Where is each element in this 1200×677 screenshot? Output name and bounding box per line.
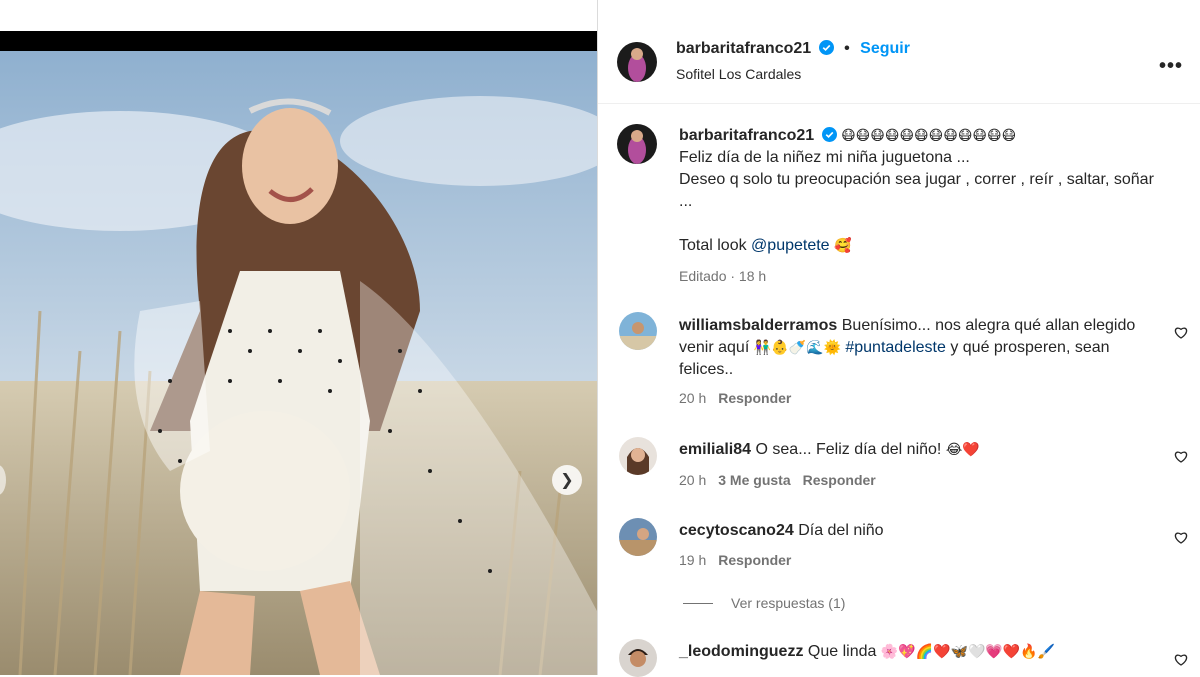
- comment-username[interactable]: williamsbalderramos: [679, 317, 837, 334]
- comment-hashtag-link[interactable]: #puntadeleste: [845, 339, 946, 356]
- author-avatar[interactable]: [617, 42, 657, 82]
- comment-time: 19 h: [679, 552, 707, 568]
- verified-badge-icon: [821, 127, 837, 142]
- caption-line-1: Feliz día de la niñez mi niña juguetona …: [679, 149, 970, 166]
- heart-icon[interactable]: [1173, 529, 1189, 545]
- comment-body: Día del niño: [798, 522, 884, 539]
- post-photo: [0, 51, 597, 675]
- comment-emojis: 😂❤️: [945, 442, 980, 458]
- comment-avatar[interactable]: [619, 518, 657, 556]
- separator-dot: •: [844, 40, 850, 57]
- caption-edited-time: Editado · 18 h: [679, 268, 767, 284]
- comment-meta: 19 h Responder: [679, 552, 791, 568]
- comment-reply-button[interactable]: Responder: [803, 472, 876, 488]
- heart-icon[interactable]: [1173, 324, 1189, 340]
- comment-text: _leodominguezz Que linda 🌸💖🌈❤️🦋🤍💗❤️🔥🖌️: [679, 641, 1159, 663]
- caption-avatar[interactable]: [617, 124, 657, 164]
- caption-emojis: 😷😷😷😷😷😷😷😷😷😷😷😷: [841, 128, 1017, 144]
- comment-text: emiliali84 O sea... Feliz día del niño! …: [679, 439, 1159, 461]
- post-header: barbaritafranco21 • Seguir Sofitel Los C…: [598, 31, 1200, 104]
- caption-text: barbaritafranco21 😷😷😷😷😷😷😷😷😷😷😷😷 Feliz día…: [679, 125, 1159, 287]
- heart-icon[interactable]: [1173, 651, 1189, 667]
- verified-badge-icon: [818, 40, 834, 55]
- next-arrow-icon[interactable]: ❯: [552, 465, 582, 495]
- follow-button[interactable]: Seguir: [860, 40, 910, 57]
- heart-icon[interactable]: [1173, 448, 1189, 464]
- caption-username[interactable]: barbaritafranco21: [679, 127, 814, 144]
- caption-line-2: Deseo q solo tu preocupación sea jugar ,…: [679, 171, 1154, 210]
- comment-avatar[interactable]: [619, 639, 657, 677]
- comment-username[interactable]: emiliali84: [679, 441, 751, 458]
- comment-meta: 20 h 3 Me gusta Responder: [679, 472, 876, 488]
- post-side-panel: barbaritafranco21 • Seguir Sofitel Los C…: [597, 0, 1200, 677]
- comment-reply-button[interactable]: Responder: [718, 390, 791, 406]
- post-location[interactable]: Sofitel Los Cardales: [676, 66, 801, 82]
- comment-time: 20 h: [679, 472, 707, 488]
- view-replies-label: Ver respuestas (1): [731, 595, 846, 611]
- comment-text: williamsbalderramos Buenísimo... nos ale…: [679, 315, 1159, 381]
- comment-avatar[interactable]: [619, 437, 657, 475]
- header-title-row: barbaritafranco21 • Seguir: [676, 40, 910, 58]
- comment-username[interactable]: _leodominguezz: [679, 643, 803, 660]
- comment-username[interactable]: cecytoscano24: [679, 522, 794, 539]
- comment-avatar[interactable]: [619, 312, 657, 350]
- view-replies-button[interactable]: Ver respuestas (1): [683, 595, 845, 611]
- more-options-icon[interactable]: •••: [1159, 55, 1183, 78]
- replies-divider-line: [683, 603, 713, 604]
- comment-emojis: 🌸💖🌈❤️🦋🤍💗❤️🔥🖌️: [880, 644, 1056, 660]
- caption-look-emoji: 🥰: [834, 238, 852, 254]
- author-username[interactable]: barbaritafranco21: [676, 40, 811, 57]
- caption-look-prefix: Total look: [679, 237, 752, 254]
- post-media[interactable]: ❯: [0, 31, 597, 675]
- media-top-strip: [0, 0, 597, 31]
- comment-likes-count[interactable]: 3 Me gusta: [718, 472, 790, 488]
- comment-emojis: 👫👶🍼🌊🌞: [753, 340, 841, 356]
- comment-time: 20 h: [679, 390, 707, 406]
- comment-body: Que linda: [807, 643, 881, 660]
- comment-meta: 20 h Responder: [679, 390, 791, 406]
- caption-mention-link[interactable]: @pupetete: [751, 237, 830, 254]
- comment-reply-button[interactable]: Responder: [718, 552, 791, 568]
- comment-text: cecytoscano24 Día del niño: [679, 520, 1159, 542]
- comment-body: O sea... Feliz día del niño!: [755, 441, 946, 458]
